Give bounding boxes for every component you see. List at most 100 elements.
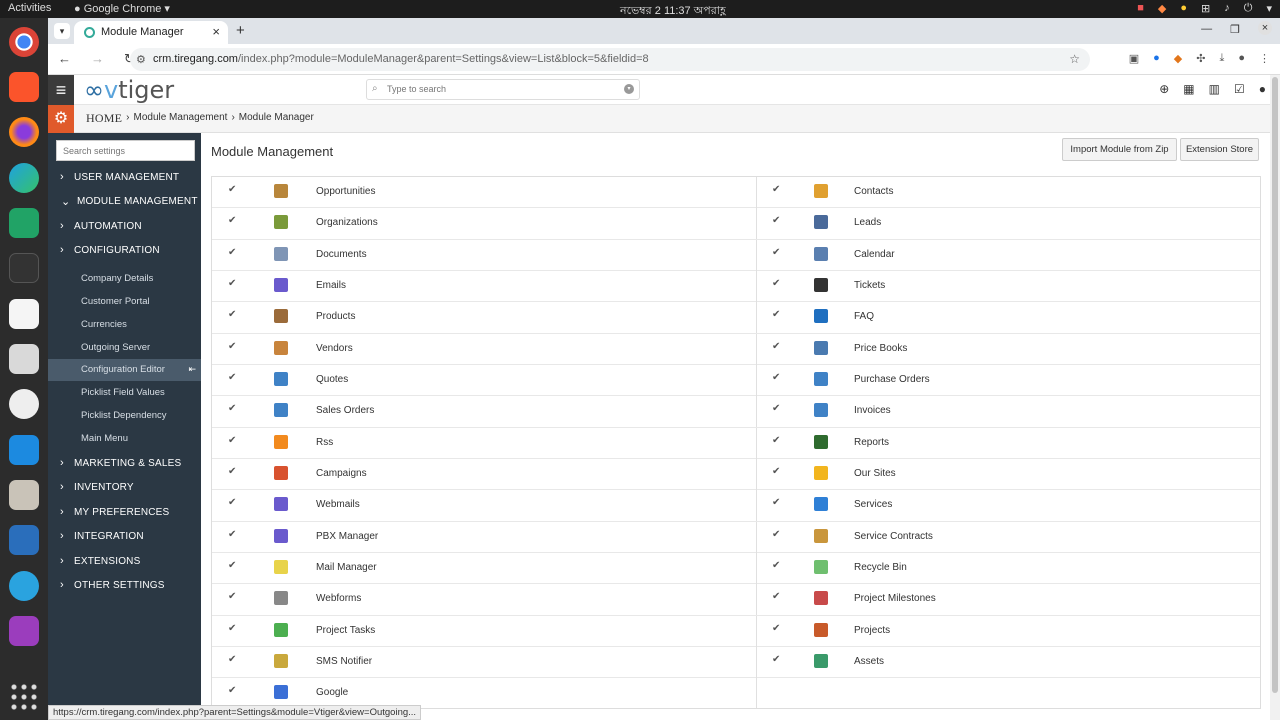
module-name[interactable]: Reports	[854, 437, 889, 448]
module-name[interactable]: Emails	[316, 280, 346, 291]
document-viewer-launcher-icon[interactable]	[9, 344, 39, 374]
user-icon[interactable]: ●	[1259, 82, 1266, 96]
forward-icon[interactable]: →	[91, 51, 104, 67]
vtiger-logo[interactable]: ∞vtiger	[84, 76, 174, 104]
module-enabled-checkbox[interactable]: ✔	[772, 309, 780, 320]
module-enabled-checkbox[interactable]: ✔	[228, 247, 236, 258]
sidebar-item-picklist-dependency[interactable]: Picklist Dependency	[48, 405, 201, 427]
module-name[interactable]: Organizations	[316, 217, 378, 228]
download-icon[interactable]: ⤓	[1219, 52, 1224, 65]
module-enabled-checkbox[interactable]: ✔	[228, 435, 236, 446]
module-name[interactable]: Tickets	[854, 280, 885, 291]
module-name[interactable]: Assets	[854, 656, 884, 667]
module-enabled-checkbox[interactable]: ✔	[228, 560, 236, 571]
power-icon[interactable]: ⏻	[1244, 2, 1253, 15]
import-module-button[interactable]: Import Module from Zip	[1062, 138, 1177, 161]
module-enabled-checkbox[interactable]: ✔	[228, 403, 236, 414]
extension-store-button[interactable]: Extension Store	[1180, 138, 1259, 161]
module-enabled-checkbox[interactable]: ✔	[228, 215, 236, 226]
module-name[interactable]: Service Contracts	[854, 531, 933, 542]
module-name[interactable]: Google	[316, 687, 348, 698]
writer-launcher-icon[interactable]	[9, 525, 39, 555]
module-name[interactable]: Rss	[316, 437, 333, 448]
app-menu[interactable]: ● Google Chrome ▾	[74, 2, 170, 15]
software-center-launcher-icon[interactable]	[9, 389, 39, 419]
module-enabled-checkbox[interactable]: ✔	[228, 372, 236, 383]
module-enabled-checkbox[interactable]: ✔	[228, 623, 236, 634]
reports-chart-icon[interactable]: ▥	[1209, 82, 1220, 96]
chrome-tray-icon[interactable]: ●	[1180, 2, 1187, 15]
sidebar-section-my-preferences[interactable]: › MY PREFERENCES	[48, 502, 201, 524]
media-player-launcher-icon[interactable]	[9, 616, 39, 646]
module-name[interactable]: Purchase Orders	[854, 374, 930, 385]
extension-blue-icon[interactable]: ●	[1153, 52, 1160, 65]
close-window-icon[interactable]: ×	[1258, 21, 1272, 35]
scrollbar-thumb[interactable]	[1272, 77, 1278, 693]
module-enabled-checkbox[interactable]: ✔	[228, 466, 236, 477]
page-scrollbar[interactable]	[1270, 75, 1280, 720]
pin-icon[interactable]: ⇤	[188, 364, 196, 375]
terminal-launcher-icon[interactable]	[9, 253, 39, 283]
module-name[interactable]: Vendors	[316, 343, 353, 354]
new-tab-icon[interactable]: +	[236, 22, 245, 39]
calendar-icon[interactable]: ▦	[1183, 82, 1194, 96]
sidebar-item-outgoing-server[interactable]: Outgoing Server	[48, 337, 201, 359]
module-name[interactable]: Quotes	[316, 374, 348, 385]
settings-gear-icon[interactable]: ⚙	[48, 105, 74, 133]
system-tray[interactable]: ■ ◆ ● ⊞ ♪ ⏻ ▾	[1137, 2, 1272, 15]
tab-search-icon[interactable]: ▾	[54, 23, 70, 39]
module-enabled-checkbox[interactable]: ✔	[772, 466, 780, 477]
module-enabled-checkbox[interactable]: ✔	[772, 403, 780, 414]
sidebar-section-other-settings[interactable]: › OTHER SETTINGS	[48, 575, 201, 597]
maximize-icon[interactable]: ❐	[1230, 23, 1240, 36]
module-name[interactable]: Products	[316, 311, 355, 322]
breadcrumb-module-management[interactable]: Module Management	[133, 112, 227, 126]
module-enabled-checkbox[interactable]: ✔	[772, 591, 780, 602]
sidebar-item-configuration-editor[interactable]: Configuration Editor ⇤	[48, 359, 201, 381]
hamburger-menu-icon[interactable]: ≡	[48, 75, 74, 105]
module-name[interactable]: PBX Manager	[316, 531, 378, 542]
module-name[interactable]: Our Sites	[854, 468, 896, 479]
module-enabled-checkbox[interactable]: ✔	[772, 215, 780, 226]
brave-tray-icon[interactable]: ◆	[1158, 2, 1166, 15]
settings-search-input[interactable]	[57, 141, 194, 160]
module-name[interactable]: Opportunities	[316, 186, 375, 197]
telegram-launcher-icon[interactable]	[9, 571, 39, 601]
edge-launcher-icon[interactable]	[9, 163, 39, 193]
module-enabled-checkbox[interactable]: ✔	[228, 654, 236, 665]
module-name[interactable]: Calendar	[854, 249, 895, 260]
volume-icon[interactable]: ♪	[1224, 2, 1230, 15]
module-name[interactable]: Leads	[854, 217, 881, 228]
metamask-icon[interactable]: ◆	[1174, 52, 1182, 65]
module-name[interactable]: Webforms	[316, 593, 361, 604]
module-name[interactable]: FAQ	[854, 311, 874, 322]
module-enabled-checkbox[interactable]: ✔	[228, 184, 236, 195]
module-enabled-checkbox[interactable]: ✔	[772, 529, 780, 540]
tasks-check-icon[interactable]: ☑	[1234, 82, 1245, 96]
module-name[interactable]: Recycle Bin	[854, 562, 907, 573]
module-name[interactable]: Documents	[316, 249, 367, 260]
chrome-launcher-icon[interactable]	[9, 27, 39, 57]
vscode-launcher-icon[interactable]	[9, 435, 39, 465]
spreadsheet-launcher-icon[interactable]	[9, 208, 39, 238]
sidebar-section-user-management[interactable]: › USER MANAGEMENT	[48, 167, 201, 189]
module-enabled-checkbox[interactable]: ✔	[772, 341, 780, 352]
module-name[interactable]: Invoices	[854, 405, 891, 416]
sidebar-section-automation[interactable]: › AUTOMATION	[48, 216, 201, 238]
module-enabled-checkbox[interactable]: ✔	[772, 560, 780, 571]
settings-search-box[interactable]	[56, 140, 195, 161]
module-name[interactable]: Sales Orders	[316, 405, 374, 416]
text-editor-launcher-icon[interactable]	[9, 299, 39, 329]
sidebar-item-customer-portal[interactable]: Customer Portal	[48, 291, 201, 313]
module-name[interactable]: Services	[854, 499, 892, 510]
minimize-icon[interactable]: —	[1201, 23, 1212, 36]
module-name[interactable]: Campaigns	[316, 468, 367, 479]
module-enabled-checkbox[interactable]: ✔	[228, 591, 236, 602]
module-enabled-checkbox[interactable]: ✔	[772, 435, 780, 446]
module-enabled-checkbox[interactable]: ✔	[772, 654, 780, 665]
module-enabled-checkbox[interactable]: ✔	[228, 685, 236, 696]
firefox-launcher-icon[interactable]	[9, 117, 39, 147]
module-enabled-checkbox[interactable]: ✔	[772, 372, 780, 383]
tab-module-manager[interactable]: Module Manager ×	[74, 21, 228, 44]
brave-launcher-icon[interactable]	[9, 72, 39, 102]
